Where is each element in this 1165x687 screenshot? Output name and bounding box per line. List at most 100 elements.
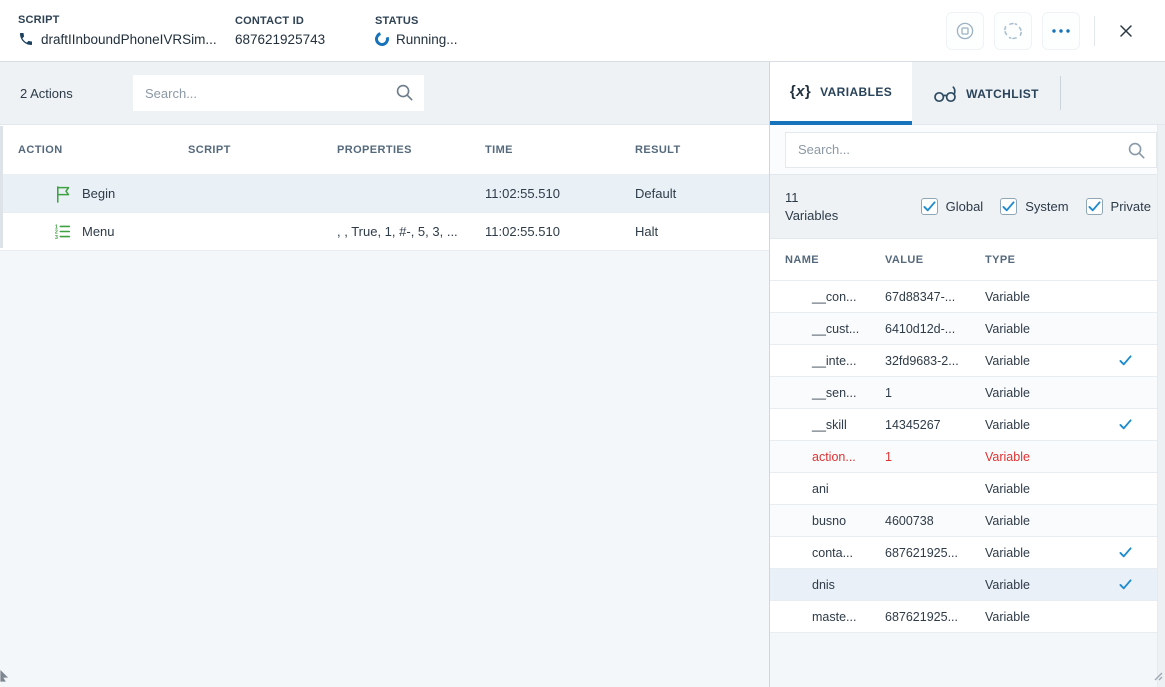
variables-panel: {x} VARIABLES WATCHLIST 11 Var <box>770 62 1165 687</box>
filter-system[interactable]: System <box>1000 198 1068 215</box>
right-scrollbar[interactable] <box>1157 125 1165 687</box>
column-header-action[interactable]: ACTION <box>0 144 188 156</box>
more-button[interactable] <box>1042 12 1080 50</box>
watched-check-icon <box>1118 546 1133 559</box>
table-row[interactable]: aniVariable <box>770 473 1165 505</box>
braces-x-icon: {x} <box>790 83 811 100</box>
column-header-name[interactable]: NAME <box>770 254 885 266</box>
tab-watchlist-label: WATCHLIST <box>966 87 1039 101</box>
tab-divider <box>1060 76 1061 110</box>
table-row[interactable]: conta...687621925...Variable <box>770 537 1165 569</box>
close-button[interactable] <box>1109 14 1143 48</box>
time-cell: 11:02:55.510 <box>485 224 635 239</box>
variable-type-cell: Variable <box>985 450 1085 464</box>
table-row[interactable]: 123 Menu , , True, 1, #-, 5, 3, ...11:02:5… <box>0 213 769 251</box>
column-header-value[interactable]: VALUE <box>885 254 985 266</box>
flag-icon <box>54 185 71 202</box>
table-row[interactable]: dnisVariable <box>770 569 1165 601</box>
ellipsis-icon <box>1051 28 1071 34</box>
detach-button[interactable] <box>994 12 1032 50</box>
contact-id-value: 687621925743 <box>235 32 325 47</box>
table-row[interactable]: __cust...6410d12d-...Variable <box>770 313 1165 345</box>
variable-type-cell: Variable <box>985 514 1085 528</box>
variable-value-cell: 1 <box>885 386 985 400</box>
variable-value-cell: 4600738 <box>885 514 985 528</box>
actions-toolbar: 2 Actions <box>0 62 769 125</box>
table-row[interactable]: busno4600738Variable <box>770 505 1165 537</box>
watched-check-icon <box>1118 418 1133 431</box>
search-icon <box>1127 141 1146 165</box>
actions-search-input[interactable] <box>133 86 424 101</box>
phone-icon <box>18 31 34 47</box>
tab-watchlist[interactable]: WATCHLIST <box>912 62 1060 125</box>
variable-watch-cell[interactable] <box>1085 418 1165 431</box>
variable-name-cell: dnis <box>770 578 885 592</box>
running-spinner-icon <box>373 30 392 49</box>
resize-grip-icon[interactable] <box>1152 668 1163 686</box>
variable-name-cell: ani <box>770 482 885 496</box>
actions-search[interactable] <box>133 75 424 111</box>
tab-variables[interactable]: {x} VARIABLES <box>770 62 912 125</box>
variable-name-cell: __inte... <box>770 354 885 368</box>
status-group: STATUS Running... <box>375 15 458 47</box>
status-label: STATUS <box>375 15 458 27</box>
table-row[interactable]: maste...687621925...Variable <box>770 601 1165 633</box>
numbered-list-icon: 123 <box>54 223 71 240</box>
script-name: draftIInboundPhoneIVRSim... <box>41 32 217 47</box>
variable-name-cell: maste... <box>770 610 885 624</box>
stop-button[interactable] <box>946 12 984 50</box>
variables-search[interactable] <box>785 132 1157 168</box>
variable-watch-cell[interactable] <box>1085 546 1165 559</box>
column-header-result[interactable]: RESULT <box>635 144 769 156</box>
table-row[interactable]: __inte...32fd9683-2...Variable <box>770 345 1165 377</box>
svg-text:3: 3 <box>55 235 58 240</box>
column-header-script[interactable]: SCRIPT <box>188 144 337 156</box>
variable-name-cell: __con... <box>770 290 885 304</box>
variable-type-cell: Variable <box>985 290 1085 304</box>
variables-table-header: NAME VALUE TYPE <box>770 239 1165 281</box>
header-actions <box>946 12 1165 50</box>
table-row[interactable]: __skill14345267Variable <box>770 409 1165 441</box>
result-cell: Halt <box>635 224 769 239</box>
variable-filters: Global System Private <box>921 198 1151 215</box>
variable-type-cell: Variable <box>985 354 1085 368</box>
debugger-header: SCRIPT draftIInboundPhoneIVRSim... CONTA… <box>0 0 1165 62</box>
table-row[interactable]: __con...67d88347-...Variable <box>770 281 1165 313</box>
action-label: Menu <box>82 224 115 239</box>
variable-value-cell: 6410d12d-... <box>885 322 985 336</box>
variable-name-cell: __skill <box>770 418 885 432</box>
watched-check-icon <box>1118 354 1133 367</box>
variables-search-input[interactable] <box>786 142 1156 157</box>
table-row[interactable]: Begin11:02:55.510Default <box>0 175 769 213</box>
result-cell: Default <box>635 186 769 201</box>
actions-panel: 2 Actions ACTION SCRIPT PROPERTIES TIME … <box>0 62 770 687</box>
broken-link-icon <box>1002 20 1024 42</box>
variable-type-cell: Variable <box>985 610 1085 624</box>
table-row[interactable]: action...1Variable <box>770 441 1165 473</box>
table-row[interactable]: __sen...1Variable <box>770 377 1165 409</box>
left-scrollbar[interactable] <box>0 126 3 248</box>
filter-global[interactable]: Global <box>921 198 984 215</box>
action-cell: Begin <box>0 185 188 202</box>
variable-value-cell: 67d88347-... <box>885 290 985 304</box>
filter-private[interactable]: Private <box>1086 198 1151 215</box>
checkbox-icon[interactable] <box>1086 198 1103 215</box>
variable-value-cell: 14345267 <box>885 418 985 432</box>
stop-icon <box>954 20 976 42</box>
variable-watch-cell[interactable] <box>1085 354 1165 367</box>
checkbox-icon[interactable] <box>921 198 938 215</box>
column-header-properties[interactable]: PROPERTIES <box>337 144 485 156</box>
variables-table-body: __con...67d88347-...Variable__cust...641… <box>770 281 1165 687</box>
mouse-cursor-icon <box>0 668 12 687</box>
action-cell: 123 Menu <box>0 223 188 240</box>
main-content: 2 Actions ACTION SCRIPT PROPERTIES TIME … <box>0 62 1165 687</box>
checkbox-icon[interactable] <box>1000 198 1017 215</box>
column-header-time[interactable]: TIME <box>485 144 635 156</box>
actions-count: 2 Actions <box>20 86 120 101</box>
variable-name-cell: action... <box>770 450 885 464</box>
column-header-type[interactable]: TYPE <box>985 254 1085 266</box>
properties-cell: , , True, 1, #-, 5, 3, ... <box>337 224 485 239</box>
variable-watch-cell[interactable] <box>1085 578 1165 591</box>
action-label: Begin <box>82 186 115 201</box>
variable-type-cell: Variable <box>985 386 1085 400</box>
